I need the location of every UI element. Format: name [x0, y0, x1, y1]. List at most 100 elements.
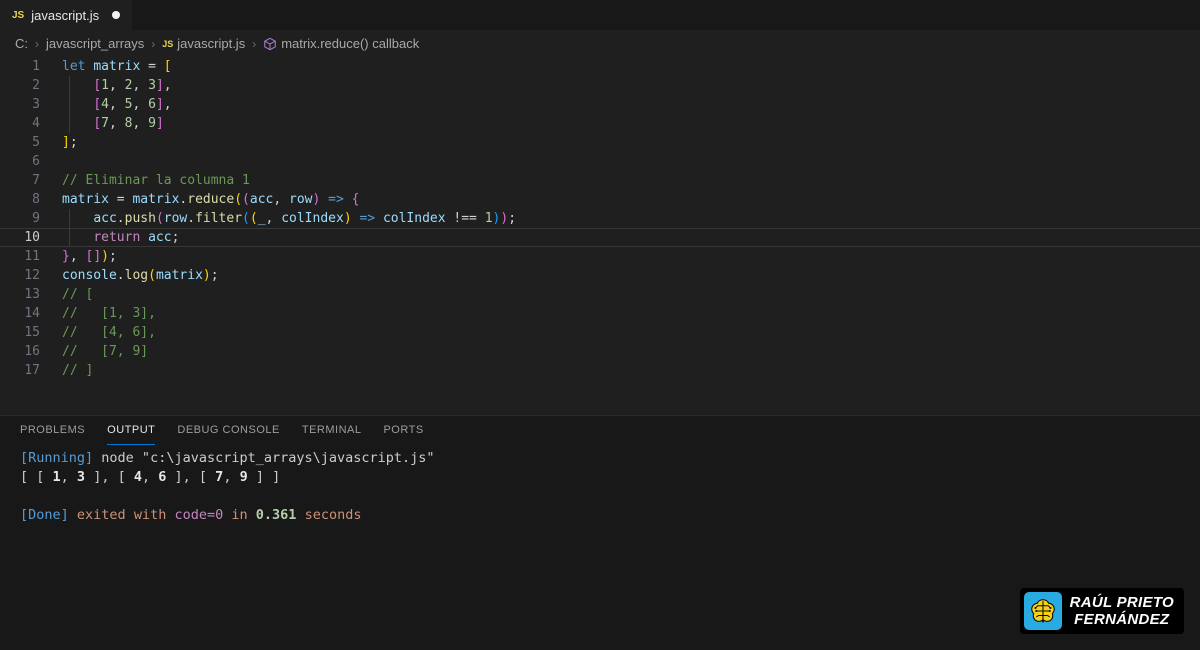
token: ], [	[166, 469, 215, 485]
panel-tab-ports[interactable]: PORTS	[383, 416, 423, 445]
code-editor[interactable]: 1let matrix = [2 [1, 2, 3],3 [4, 5, 6],4…	[0, 57, 1200, 415]
breadcrumb-symbol[interactable]: matrix.reduce() callback	[263, 36, 419, 51]
code-line[interactable]: 4 [7, 8, 9]	[0, 114, 1200, 133]
line-number[interactable]: 6	[0, 152, 40, 171]
line-number[interactable]: 3	[0, 95, 40, 114]
token	[375, 211, 383, 226]
token: exited with	[77, 507, 166, 523]
line-number[interactable]: 14	[0, 304, 40, 323]
chevron-right-icon: ›	[252, 37, 256, 51]
line-number[interactable]: 13	[0, 285, 40, 304]
token: [	[93, 97, 101, 112]
line-number[interactable]: 5	[0, 133, 40, 152]
code-line[interactable]: 11}, []);	[0, 247, 1200, 266]
line-number[interactable]: 11	[0, 247, 40, 266]
code-line[interactable]: 16// [7, 9]	[0, 342, 1200, 361]
token: .	[117, 211, 125, 226]
token: ;	[109, 249, 117, 264]
token	[296, 507, 304, 523]
token: // [1, 3],	[62, 306, 156, 321]
token: {	[352, 192, 360, 207]
token: =	[140, 59, 163, 74]
panel-tab-bar: PROBLEMS OUTPUT DEBUG CONSOLE TERMINAL P…	[0, 416, 1200, 445]
code-line[interactable]: 14 // [1, 3],	[0, 304, 1200, 323]
token: _	[258, 211, 266, 226]
line-number[interactable]: 7	[0, 171, 40, 190]
code-line[interactable]: 5];	[0, 133, 1200, 152]
breadcrumb-symbol-label: matrix.reduce() callback	[281, 36, 419, 51]
code-line[interactable]: 15// [4, 6],	[0, 323, 1200, 342]
line-number[interactable]: 1	[0, 57, 40, 76]
code-line[interactable]: 1let matrix = [	[0, 57, 1200, 76]
token: ,	[164, 78, 172, 93]
breadcrumb-folder[interactable]: javascript_arrays	[46, 36, 144, 51]
code-line[interactable]: 8matrix = matrix.reduce((acc, row) => {	[0, 190, 1200, 209]
line-number[interactable]: 2	[0, 76, 40, 95]
token: =>	[328, 192, 344, 207]
token: ,	[61, 469, 77, 485]
output-line: [Done] exited with code=0 in 0.361 secon…	[20, 506, 1200, 525]
line-number[interactable]: 9	[0, 209, 40, 228]
breadcrumb-file-label: javascript.js	[177, 36, 245, 51]
line-number[interactable]: 15	[0, 323, 40, 342]
code-line[interactable]: 12console.log(matrix);	[0, 266, 1200, 285]
token: 1	[485, 211, 493, 226]
token: )	[203, 268, 211, 283]
token	[477, 211, 485, 226]
token	[69, 507, 77, 523]
code-line[interactable]: 6	[0, 152, 1200, 171]
breadcrumb-file[interactable]: JS javascript.js	[162, 36, 245, 51]
token: ]	[156, 78, 164, 93]
panel-tab-problems[interactable]: PROBLEMS	[20, 416, 85, 445]
panel-tab-terminal[interactable]: TERMINAL	[302, 416, 362, 445]
line-number[interactable]: 10	[0, 228, 40, 247]
panel-tab-debug-console[interactable]: DEBUG CONSOLE	[177, 416, 279, 445]
js-file-icon: JS	[12, 10, 24, 21]
token: 7	[101, 116, 109, 131]
token: [	[93, 78, 101, 93]
token: ]	[156, 116, 164, 131]
token: matrix	[93, 59, 140, 74]
line-number[interactable]: 16	[0, 342, 40, 361]
code-line[interactable]: 2 [1, 2, 3],	[0, 76, 1200, 95]
token: matrix	[62, 192, 109, 207]
token: !==	[453, 211, 476, 226]
logo-line1: RAÚL PRIETO	[1070, 594, 1174, 611]
logo-line2: FERNÁNDEZ	[1070, 611, 1174, 628]
token: ]	[93, 249, 101, 264]
token	[62, 211, 93, 226]
line-number[interactable]: 8	[0, 190, 40, 209]
token: 4	[134, 469, 142, 485]
token	[248, 507, 256, 523]
token: matrix	[156, 268, 203, 283]
token: // Eliminar la columna 1	[62, 173, 250, 188]
line-number[interactable]: 12	[0, 266, 40, 285]
breadcrumb: C: › javascript_arrays › JS javascript.j…	[0, 30, 1200, 57]
code-line[interactable]: 7 // Eliminar la columna 1	[0, 171, 1200, 190]
editor-tab-javascript[interactable]: JS javascript.js	[0, 0, 132, 30]
panel-tab-output[interactable]: OUTPUT	[107, 416, 155, 445]
token: colIndex	[383, 211, 446, 226]
token: ;	[508, 211, 516, 226]
code-line[interactable]: 3 [4, 5, 6],	[0, 95, 1200, 114]
chevron-right-icon: ›	[35, 37, 39, 51]
indent-guide	[69, 95, 70, 114]
code-line[interactable]: 13// [	[0, 285, 1200, 304]
token: code=0	[174, 507, 223, 523]
code-line[interactable]: 10 return acc;	[0, 228, 1200, 247]
token: .	[117, 268, 125, 283]
token: acc	[250, 192, 273, 207]
output-line	[20, 487, 1200, 506]
code-line[interactable]: 9 acc.push(row.filter((_, colIndex) => c…	[0, 209, 1200, 228]
token: ,	[223, 469, 239, 485]
line-number[interactable]: 17	[0, 361, 40, 380]
breadcrumb-drive[interactable]: C:	[15, 36, 28, 51]
token: (	[156, 211, 164, 226]
token	[62, 97, 93, 112]
token: [	[164, 59, 172, 74]
line-number[interactable]: 4	[0, 114, 40, 133]
code-line[interactable]: 17// ]	[0, 361, 1200, 380]
modified-dot-icon[interactable]	[112, 11, 120, 19]
token: ,	[132, 78, 148, 93]
indent-guide	[69, 209, 70, 228]
